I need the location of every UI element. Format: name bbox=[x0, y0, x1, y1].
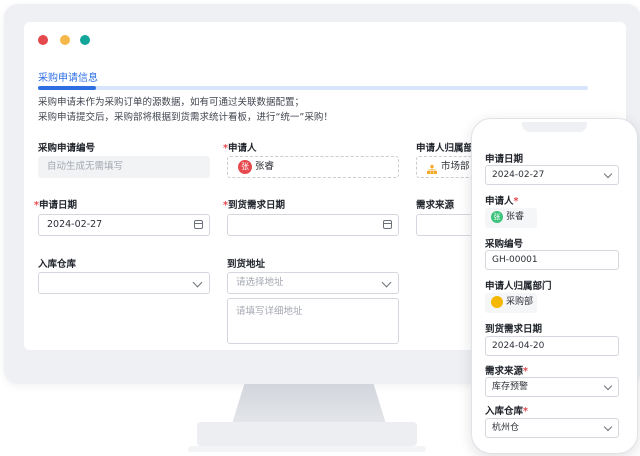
apply-date-label: *申请日期 bbox=[34, 200, 77, 211]
warehouse-select[interactable] bbox=[38, 272, 210, 294]
warehouse-label: 入库仓库 bbox=[38, 259, 77, 270]
mobile-phone: 申请日期 2024-02-27 申请人* 张张睿 采购编号 GH-00001 申… bbox=[471, 118, 638, 454]
apply-date-input[interactable]: 2024-02-27 bbox=[38, 214, 210, 236]
applicant-label: *申请人 bbox=[223, 143, 257, 154]
m-demand-source-value: 库存预警 bbox=[492, 382, 529, 392]
m-applicant-field[interactable]: 张张睿 bbox=[485, 208, 537, 228]
calendar-icon[interactable] bbox=[383, 220, 392, 229]
m-apply-date-input[interactable]: 2024-02-27 bbox=[485, 165, 619, 185]
window-close-dot[interactable] bbox=[38, 35, 48, 45]
monitor-base-shadow bbox=[188, 446, 426, 452]
m-purchase-no-field[interactable]: GH-00001 bbox=[485, 250, 619, 270]
chevron-down-icon bbox=[192, 277, 203, 288]
avatar: 张 bbox=[491, 210, 503, 223]
section-desc-line2: 采购申请提交后，采购部将根据到货需求统计看板，进行“统一”采购！ bbox=[38, 112, 333, 123]
demand-source-label: 需求来源 bbox=[416, 200, 455, 211]
request-no-field: 自动生成无需填写 bbox=[38, 156, 210, 178]
request-no-label: 采购申请编号 bbox=[38, 143, 96, 154]
chevron-down-icon bbox=[603, 169, 613, 179]
applicant-name: 张睿 bbox=[255, 161, 275, 172]
section-underline bbox=[38, 86, 588, 90]
m-warehouse-value: 杭州仓 bbox=[492, 423, 520, 433]
phone-notch bbox=[522, 122, 587, 132]
section-desc-line1: 采购申请未作为采购订单的源数据，如有可通过关联数据配置； bbox=[38, 97, 305, 108]
m-demand-source-label: 需求来源* bbox=[485, 366, 528, 377]
m-purchase-no-value: GH-00001 bbox=[492, 255, 538, 265]
chevron-down-icon bbox=[603, 381, 613, 391]
m-apply-date-label: 申请日期 bbox=[485, 154, 524, 165]
m-dept-label: 申请人归属部门 bbox=[485, 281, 552, 292]
avatar: 张 bbox=[238, 159, 252, 174]
org-icon bbox=[427, 162, 437, 174]
window-minimize-dot[interactable] bbox=[60, 35, 70, 45]
monitor-stand-neck bbox=[232, 384, 386, 424]
m-applicant-name: 张睿 bbox=[506, 212, 525, 222]
m-apply-date-value: 2024-02-27 bbox=[492, 170, 545, 180]
address-detail-textarea[interactable]: 请填写详细地址 bbox=[227, 298, 399, 344]
m-purchase-no-label: 采购编号 bbox=[485, 239, 524, 250]
m-demand-source-select[interactable]: 库存预警 bbox=[485, 377, 619, 397]
address-select[interactable]: 请选择地址 bbox=[227, 272, 399, 294]
dept-avatar-icon bbox=[491, 295, 503, 308]
dept-value: 市场部 bbox=[441, 161, 470, 172]
arrival-date-label: *到货需求日期 bbox=[223, 200, 285, 211]
applicant-field[interactable]: 张张睿 bbox=[227, 156, 399, 178]
chevron-down-icon bbox=[381, 277, 392, 288]
chevron-down-icon bbox=[603, 422, 613, 432]
m-dept-field[interactable]: 采购部 bbox=[485, 293, 537, 313]
window-maximize-dot[interactable] bbox=[80, 35, 90, 45]
m-arrival-date-value: 2024-04-20 bbox=[492, 341, 545, 351]
address-select-placeholder: 请选择地址 bbox=[236, 277, 284, 288]
m-warehouse-label: 入库仓库* bbox=[485, 406, 528, 417]
m-warehouse-select[interactable]: 杭州仓 bbox=[485, 418, 619, 438]
calendar-icon[interactable] bbox=[194, 220, 203, 229]
address-detail-placeholder: 请填写详细地址 bbox=[236, 306, 303, 317]
apply-date-value: 2024-02-27 bbox=[47, 219, 103, 230]
request-no-placeholder: 自动生成无需填写 bbox=[47, 161, 124, 172]
section-title: 采购申请信息 bbox=[38, 73, 98, 84]
monitor-stand-base bbox=[197, 422, 417, 446]
m-arrival-date-label: 到货需求日期 bbox=[485, 324, 543, 335]
arrival-date-input[interactable] bbox=[227, 214, 399, 236]
m-applicant-label: 申请人* bbox=[485, 196, 519, 207]
m-arrival-date-input[interactable]: 2024-04-20 bbox=[485, 336, 619, 356]
m-dept-value: 采购部 bbox=[506, 297, 534, 307]
address-label: 到货地址 bbox=[227, 259, 266, 270]
